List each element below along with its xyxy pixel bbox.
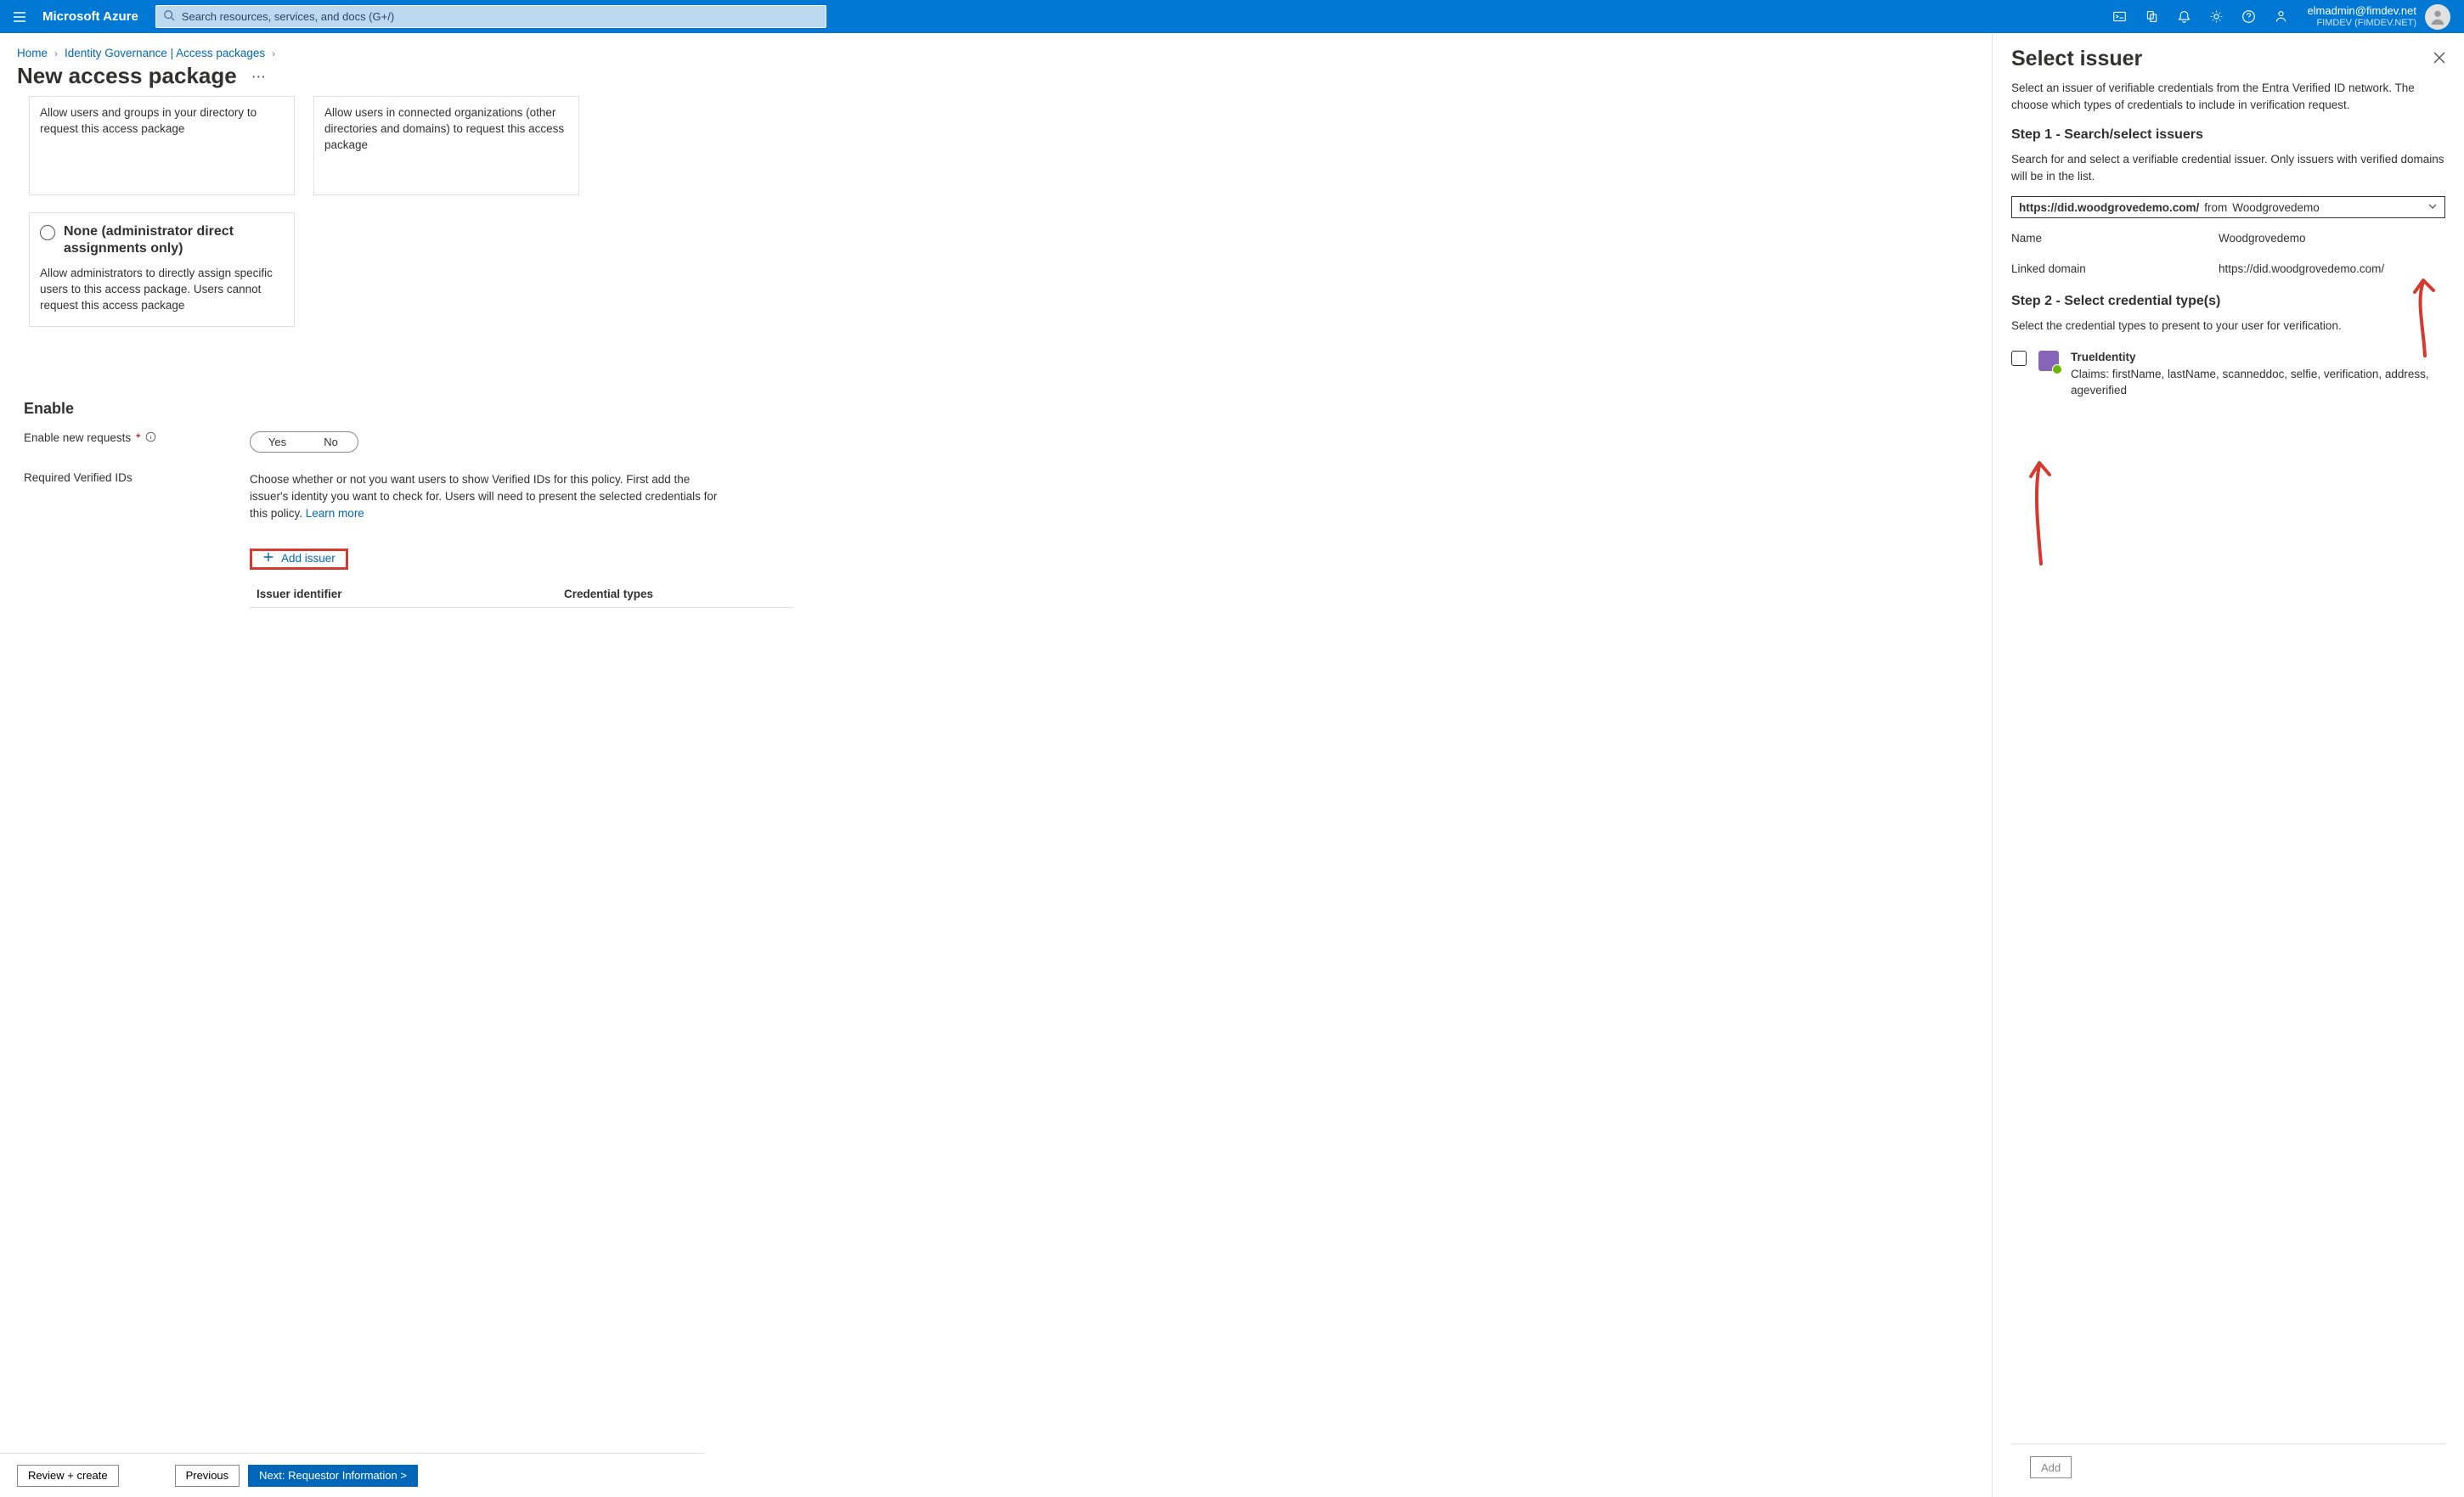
option-card-none[interactable]: None (administrator direct assignments o…: [29, 212, 295, 327]
chevron-right-icon: ›: [54, 48, 58, 59]
radio-button[interactable]: [40, 225, 55, 240]
brand-label: Microsoft Azure: [42, 9, 138, 24]
step1-text: Search for and select a verifiable crede…: [2011, 151, 2445, 184]
wizard-action-bar: Review + create Previous Next: Requestor…: [0, 1453, 705, 1497]
combobox-bold: https://did.woodgrovedemo.com/: [2019, 200, 2199, 217]
plus-icon: [262, 551, 274, 566]
help-icon[interactable]: [2232, 0, 2264, 33]
page-title: New access package: [17, 63, 237, 89]
toggle-no[interactable]: No: [304, 432, 358, 452]
review-create-button[interactable]: Review + create: [17, 1465, 119, 1487]
global-search[interactable]: [155, 5, 826, 28]
next-button[interactable]: Next: Requestor Information >: [248, 1465, 418, 1487]
info-icon[interactable]: [145, 431, 156, 445]
issuer-table-header: Issuer identifier Credential types: [250, 588, 793, 608]
chevron-down-icon: [2427, 200, 2438, 217]
issuer-combobox[interactable]: https://did.woodgrovedemo.com/ from Wood…: [2011, 196, 2445, 218]
required-asterisk: *: [136, 431, 140, 444]
panel-title: Select issuer: [2011, 47, 2142, 71]
hamburger-menu-button[interactable]: [0, 0, 39, 33]
credential-checkbox[interactable]: [2011, 351, 2027, 366]
search-icon: [163, 9, 182, 24]
learn-more-link[interactable]: Learn more: [306, 507, 364, 520]
card-text: Allow administrators to directly assign …: [40, 266, 284, 314]
card-title: None (administrator direct assignments o…: [64, 223, 284, 257]
settings-gear-icon[interactable]: [2200, 0, 2232, 33]
required-verifiedids-label: Required Verified IDs: [24, 471, 250, 484]
breadcrumb-link[interactable]: Identity Governance | Access packages: [65, 47, 265, 59]
domain-value: https://did.woodgrovedemo.com/: [2219, 261, 2445, 278]
col-credential-types: Credential types: [564, 588, 653, 600]
chevron-right-icon: ›: [272, 48, 275, 59]
card-text: Allow users and groups in your directory…: [40, 106, 257, 135]
avatar: [2425, 4, 2450, 30]
enable-new-requests-label: Enable new requests *: [24, 431, 250, 445]
combobox-from: from: [2204, 200, 2227, 217]
directory-filter-icon[interactable]: [2135, 0, 2168, 33]
add-issuer-button[interactable]: Add issuer: [256, 546, 342, 571]
step1-heading: Step 1 - Search/select issuers: [2011, 125, 2445, 144]
panel-intro: Select an issuer of verifiable credentia…: [2011, 80, 2445, 113]
top-toolbar: [2103, 0, 2297, 33]
enable-new-requests-toggle[interactable]: Yes No: [250, 431, 358, 453]
credential-title: TrueIdentity: [2071, 349, 2445, 366]
account-widget[interactable]: elmadmin@fimdev.net FIMDEV (FIMDEV.NET): [2297, 4, 2464, 30]
panel-add-button[interactable]: Add: [2030, 1456, 2072, 1478]
notifications-icon[interactable]: [2168, 0, 2200, 33]
more-actions-button[interactable]: ···: [252, 70, 267, 83]
breadcrumb-link[interactable]: Home: [17, 47, 48, 59]
global-search-input[interactable]: [182, 10, 819, 23]
cloudshell-icon[interactable]: [2103, 0, 2135, 33]
add-issuer-label: Add issuer: [281, 552, 335, 565]
previous-button[interactable]: Previous: [175, 1465, 240, 1487]
select-issuer-panel: Select issuer Select an issuer of verifi…: [1993, 33, 2464, 1497]
toggle-yes[interactable]: Yes: [251, 432, 304, 452]
account-tenant: FIMDEV (FIMDEV.NET): [2307, 18, 2416, 29]
feedback-icon[interactable]: [2264, 0, 2297, 33]
close-button[interactable]: [2433, 52, 2445, 66]
option-card-directory-users[interactable]: Allow users and groups in your directory…: [29, 96, 295, 195]
name-value: Woodgrovedemo: [2219, 230, 2445, 247]
help-text: Choose whether or not you want users to …: [250, 471, 725, 523]
topbar: Microsoft Azure elmadmin@fimdev.net FIMD…: [0, 0, 2464, 33]
name-key: Name: [2011, 230, 2219, 247]
step2-text: Select the credential types to present t…: [2011, 318, 2445, 335]
combobox-org: Woodgrovedemo: [2232, 200, 2320, 217]
domain-key: Linked domain: [2011, 261, 2219, 278]
option-card-connected-orgs[interactable]: Allow users in connected organizations (…: [313, 96, 579, 195]
col-issuer-identifier: Issuer identifier: [250, 588, 564, 600]
card-text: Allow users in connected organizations (…: [324, 106, 564, 151]
credential-claims: Claims: firstName, lastName, scanneddoc,…: [2071, 366, 2445, 399]
account-email: elmadmin@fimdev.net: [2307, 5, 2416, 18]
step2-heading: Step 2 - Select credential type(s): [2011, 291, 2445, 311]
credential-badge-icon: [2038, 351, 2059, 371]
annotation-highlight: Add issuer: [250, 549, 348, 570]
credential-type-row: TrueIdentity Claims: firstName, lastName…: [2011, 349, 2445, 399]
